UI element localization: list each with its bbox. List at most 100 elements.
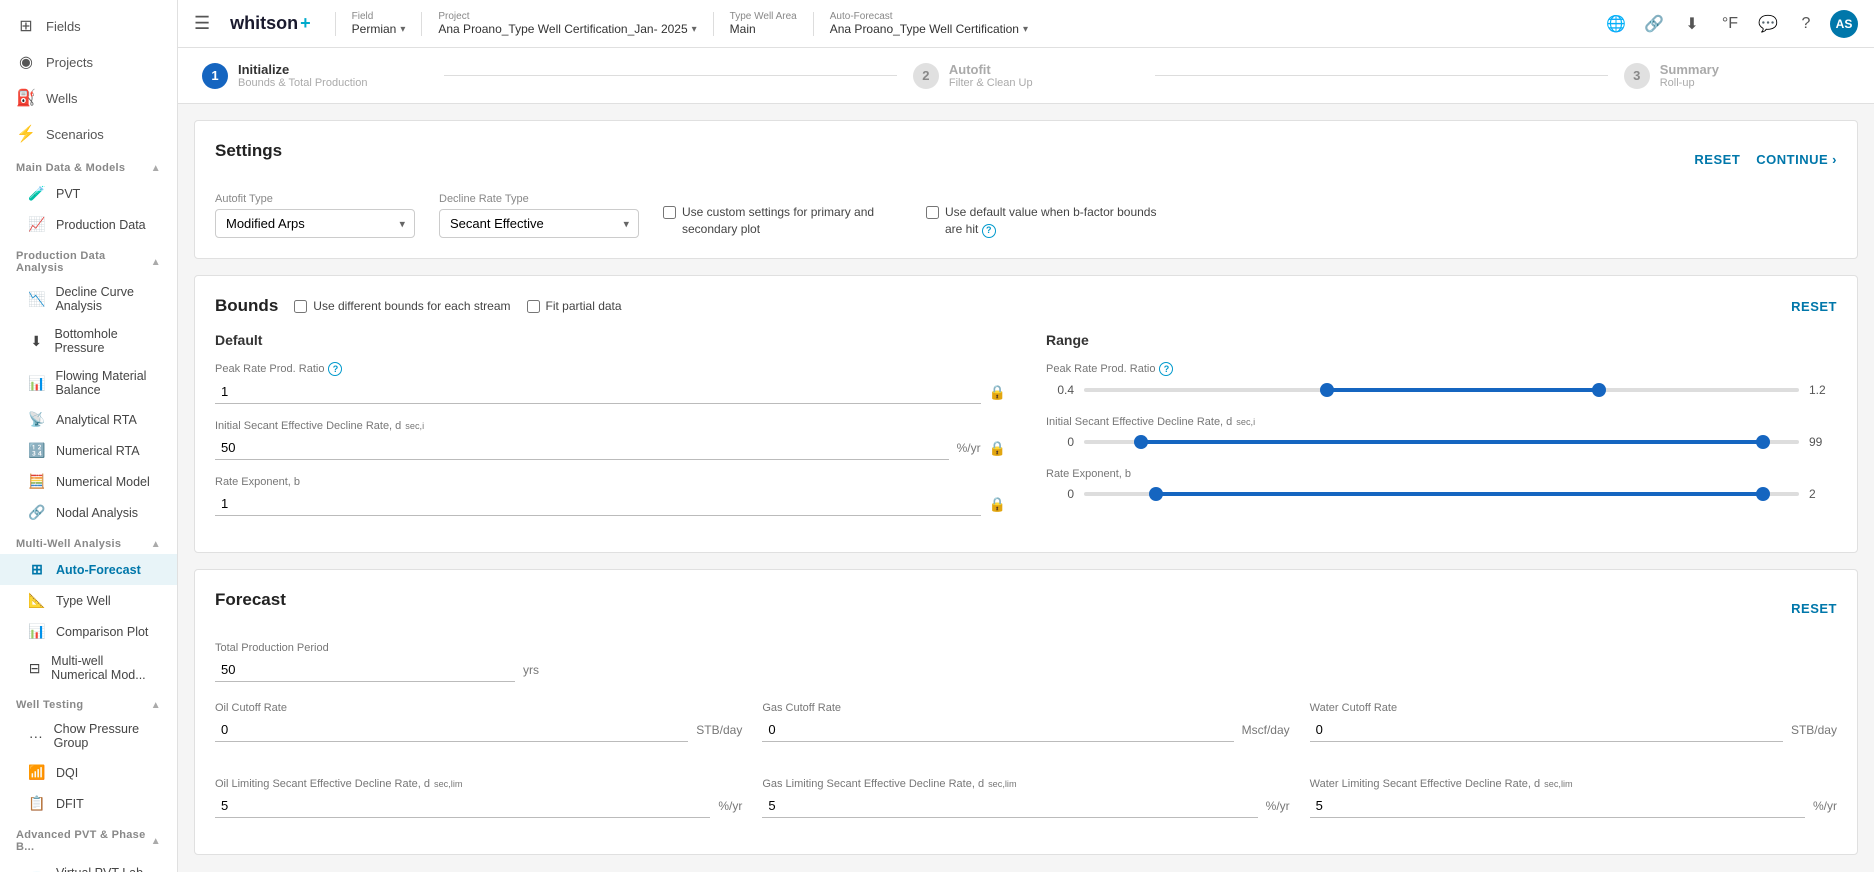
download-icon-btn[interactable]: ⬇	[1678, 10, 1706, 38]
sidebar-item-auto-forecast[interactable]: ⊞ Auto-Forecast	[0, 554, 177, 585]
oil-lim-unit: %/yr	[718, 799, 742, 813]
settings-reset-btn[interactable]: RESET	[1694, 152, 1740, 167]
autofit-type-select[interactable]: Modified Arps	[215, 209, 415, 238]
peak-rate-thumb-right[interactable]	[1592, 383, 1606, 397]
sidebar-item-comparison-plot[interactable]: 📊 Comparison Plot	[0, 616, 177, 647]
forecast-reset-btn[interactable]: RESET	[1791, 601, 1837, 616]
step-3[interactable]: 3 Summary Roll-up	[1624, 62, 1850, 89]
user-avatar[interactable]: AS	[1830, 10, 1858, 38]
gas-cutoff-input[interactable]	[762, 718, 1233, 742]
rate-exp-default-input[interactable]	[215, 492, 981, 516]
rate-exp-thumb-left[interactable]	[1149, 487, 1163, 501]
collapse-icon-pvt[interactable]: ▲	[151, 836, 161, 847]
gas-lim-row: Gas Limiting Secant Effective Decline Ra…	[762, 778, 1289, 818]
peak-rate-range-slider[interactable]	[1084, 380, 1799, 400]
collapse-icon-testing[interactable]: ▲	[151, 700, 161, 711]
diff-bounds-option: Use different bounds for each stream	[294, 299, 510, 313]
peak-rate-default-input[interactable]	[215, 380, 981, 404]
link-icon-btn[interactable]: 🔗	[1640, 10, 1668, 38]
oil-cutoff-input[interactable]	[215, 718, 688, 742]
sidebar-item-projects[interactable]: ◉ Projects	[0, 44, 177, 80]
init-decline-thumb-left[interactable]	[1134, 435, 1148, 449]
init-decline-default-input[interactable]	[215, 436, 949, 460]
project-selector[interactable]: Project Ana Proano_Type Well Certificati…	[438, 11, 696, 36]
diff-bounds-label[interactable]: Use different bounds for each stream	[313, 299, 510, 313]
oil-lim-label: Oil Limiting Secant Effective Decline Ra…	[215, 778, 742, 790]
oil-lim-input[interactable]	[215, 794, 710, 818]
default-value-checkbox[interactable]	[926, 206, 939, 219]
sidebar-item-dfit[interactable]: 📋 DFIT	[0, 788, 177, 819]
help-icon-btn[interactable]: ?	[1792, 10, 1820, 38]
sidebar-item-wells[interactable]: ⛽ Wells	[0, 80, 177, 116]
collapse-icon-prod[interactable]: ▲	[151, 257, 161, 268]
settings-continue-btn[interactable]: CONTINUE ›	[1756, 152, 1837, 167]
custom-settings-label[interactable]: Use custom settings for primary and seco…	[682, 204, 902, 238]
init-decline-range-slider[interactable]	[1084, 432, 1799, 452]
fit-partial-checkbox[interactable]	[527, 300, 540, 313]
type-well-area-selector[interactable]: Type Well Area Main	[730, 11, 797, 36]
autofit-type-select-wrapper: Modified Arps	[215, 209, 415, 238]
field-dropdown-icon: ▾	[400, 24, 405, 35]
step-2[interactable]: 2 Autofit Filter & Clean Up	[913, 62, 1139, 89]
oil-cutoff-unit: STB/day	[696, 723, 742, 737]
diff-bounds-checkbox[interactable]	[294, 300, 307, 313]
collapse-icon-multi[interactable]: ▲	[151, 539, 161, 550]
sidebar-item-chow[interactable]: ··· Chow Pressure Group	[0, 715, 177, 757]
chow-icon: ···	[28, 728, 44, 744]
temperature-icon-btn[interactable]: °F	[1716, 10, 1744, 38]
sidebar-item-fmb[interactable]: 📊 Flowing Material Balance	[0, 362, 177, 404]
limiting-decline-grid: Oil Limiting Secant Effective Decline Ra…	[215, 778, 1837, 834]
sidebar-item-nodal[interactable]: 🔗 Nodal Analysis	[0, 497, 177, 528]
info-icon-b-factor[interactable]: ?	[982, 224, 996, 238]
wells-icon: ⛽	[16, 88, 36, 108]
sidebar-item-bottomhole[interactable]: ⬇ Bottomhole Pressure	[0, 320, 177, 362]
rate-exp-range-slider[interactable]	[1084, 484, 1799, 504]
gas-lim-input[interactable]	[762, 794, 1257, 818]
sidebar-item-scenarios[interactable]: ⚡ Scenarios	[0, 116, 177, 152]
water-cutoff-input[interactable]	[1310, 718, 1783, 742]
sidebar-item-dqi[interactable]: 📶 DQI	[0, 757, 177, 788]
chat-icon-btn[interactable]: 💬	[1754, 10, 1782, 38]
hamburger-menu[interactable]: ☰	[194, 13, 210, 34]
custom-settings-checkbox[interactable]	[663, 206, 676, 219]
total-prod-period-unit: yrs	[523, 663, 539, 677]
decline-rate-select[interactable]: Secant Effective	[439, 209, 639, 238]
step-3-info: Summary Roll-up	[1660, 62, 1719, 89]
field-selector[interactable]: Field Permian ▾	[352, 11, 406, 36]
sidebar-item-multiwell-numerical[interactable]: ⊟ Multi-well Numerical Mod...	[0, 647, 177, 689]
dqi-icon: 📶	[28, 764, 46, 781]
water-lim-input[interactable]	[1310, 794, 1805, 818]
sidebar-item-analytical-rta[interactable]: 📡 Analytical RTA	[0, 404, 177, 435]
fit-partial-label[interactable]: Fit partial data	[546, 299, 622, 313]
peak-rate-range-info-icon[interactable]: ?	[1159, 362, 1173, 376]
peak-rate-info-icon[interactable]: ?	[328, 362, 342, 376]
water-cutoff-unit: STB/day	[1791, 723, 1837, 737]
sidebar-item-virtual-pvt[interactable]: 🧫 Virtual PVT Lab	[0, 857, 177, 872]
app-logo: whitson+	[230, 13, 311, 34]
peak-rate-thumb-left[interactable]	[1320, 383, 1334, 397]
peak-rate-lock-icon[interactable]: 🔒	[989, 384, 1006, 401]
bounds-reset-btn[interactable]: RESET	[1791, 299, 1837, 314]
auto-forecast-selector[interactable]: Auto-Forecast Ana Proano_Type Well Certi…	[830, 11, 1028, 36]
init-decline-lock-icon[interactable]: 🔒	[989, 440, 1006, 457]
init-decline-thumb-right[interactable]	[1756, 435, 1770, 449]
sidebar-item-dca[interactable]: 📉 Decline Curve Analysis	[0, 278, 177, 320]
collapse-icon-main[interactable]: ▲	[151, 163, 161, 174]
sidebar-item-numerical-model[interactable]: 🧮 Numerical Model	[0, 466, 177, 497]
decline-rate-select-wrapper: Secant Effective	[439, 209, 639, 238]
sidebar-item-numerical-rta[interactable]: 🔢 Numerical RTA	[0, 435, 177, 466]
sidebar-item-pvt[interactable]: 🧪 PVT	[0, 178, 177, 209]
step-1[interactable]: 1 Initialize Bounds & Total Production	[202, 62, 428, 89]
peak-rate-range-slider-row: 0.4 1.2	[1046, 380, 1837, 400]
rate-exp-range-row: Rate Exponent, b 0 2	[1046, 468, 1837, 504]
rate-exp-lock-icon[interactable]: 🔒	[989, 496, 1006, 513]
step-2-info: Autofit Filter & Clean Up	[949, 62, 1033, 89]
sidebar-item-production-data[interactable]: 📈 Production Data	[0, 209, 177, 240]
sidebar-item-fields[interactable]: ⊞ Fields	[0, 8, 177, 44]
sidebar-item-type-well[interactable]: 📐 Type Well	[0, 585, 177, 616]
total-prod-period-input[interactable]	[215, 658, 515, 682]
default-col-title: Default	[215, 332, 1006, 348]
globe-icon-btn[interactable]: 🌐	[1602, 10, 1630, 38]
rate-exp-thumb-right[interactable]	[1756, 487, 1770, 501]
default-value-label[interactable]: Use default value when b-factor bounds a…	[945, 204, 1165, 238]
